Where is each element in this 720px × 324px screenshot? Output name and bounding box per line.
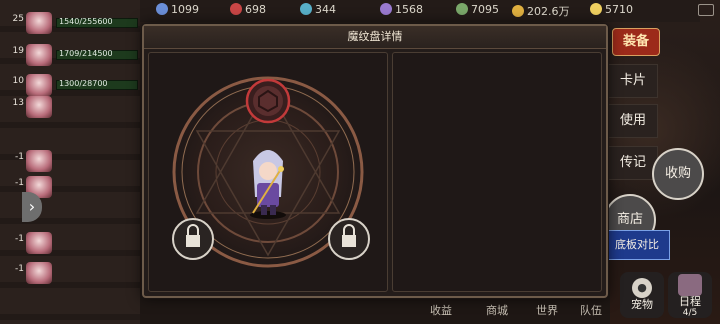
party-row[interactable]: 10 1300/28700 (13, 74, 142, 96)
avatar (26, 12, 52, 34)
equip-button[interactable]: 装备 (612, 28, 660, 56)
resource-value: 1099 (171, 3, 199, 16)
bottom-tab-income[interactable]: 收益 (430, 302, 452, 318)
resource-value: 1568 (395, 3, 423, 16)
schedule-icon (678, 274, 702, 296)
resource-item: 202.6万 (512, 3, 570, 18)
schedule-count: 4/5 (682, 308, 698, 318)
collect-button[interactable]: 收购 (652, 148, 704, 200)
party-level: 19 (12, 46, 24, 56)
party-row[interactable]: -1 (15, 262, 142, 284)
ruby-icon (230, 3, 242, 15)
resource-value: 698 (245, 3, 266, 16)
dial-pane (148, 52, 388, 292)
bottom-tab-mall[interactable]: 商城 (486, 302, 508, 318)
party-row[interactable]: -1 (15, 150, 142, 172)
magic-rune-socket-icon[interactable] (245, 78, 291, 124)
tab-legend[interactable]: 传记 (608, 146, 658, 180)
schedule-label: 日程 (679, 295, 701, 308)
avatar (26, 74, 52, 96)
avatar (26, 150, 52, 172)
shard-icon (380, 3, 392, 15)
party-level: -1 (15, 152, 24, 162)
resource-value: 202.6万 (527, 5, 570, 18)
bottom-tab-team[interactable]: 队伍 (580, 302, 602, 318)
schedule-button[interactable]: 日程 4/5 (668, 272, 712, 318)
detail-pane (392, 52, 602, 292)
party-level: 13 (12, 98, 24, 108)
gem-icon (156, 3, 168, 15)
resource-value: 344 (315, 3, 336, 16)
resource-item: 7095 (456, 3, 499, 17)
party-level: 25 (12, 14, 24, 24)
hp-bar: 1540/255600 (56, 17, 138, 28)
party-list: 25 1540/255600 19 1709/214500 10 1300/28… (0, 0, 140, 324)
party-level: -1 (15, 234, 24, 244)
compare-button[interactable]: 底板对比 (604, 230, 670, 260)
resource-item: 344 (300, 3, 336, 17)
avatar (26, 232, 52, 254)
pet-button[interactable]: ● 宠物 (620, 272, 664, 318)
dialog-title: 魔纹盘详情 (144, 26, 606, 49)
tab-card[interactable]: 卡片 (608, 64, 658, 98)
party-row[interactable]: 25 1540/255600 (13, 12, 142, 34)
party-level: -1 (15, 264, 24, 274)
tab-use[interactable]: 使用 (608, 104, 658, 138)
resource-item: 1099 (156, 3, 199, 17)
hp-text: 1709/214500 (59, 49, 113, 58)
hp-bar: 1709/214500 (56, 49, 138, 60)
hp-text: 1540/255600 (59, 17, 113, 26)
locked-slot-icon[interactable] (328, 218, 370, 260)
magic-dial-dialog: 魔纹盘详情 (142, 24, 608, 298)
resource-value: 7095 (471, 3, 499, 16)
paw-icon: ● (632, 278, 652, 298)
party-row[interactable]: 13 (13, 96, 142, 118)
resource-item: 698 (230, 3, 266, 17)
avatar (26, 96, 52, 118)
diamond-icon (590, 3, 602, 15)
magic-dial (172, 76, 370, 268)
avatar (26, 44, 52, 66)
bottom-tab-world[interactable]: 世界 (536, 302, 558, 318)
party-row[interactable]: 19 1709/214500 (13, 44, 142, 66)
locked-slot-icon[interactable] (172, 218, 214, 260)
party-level: 10 (12, 76, 24, 86)
party-row[interactable]: -1 (15, 232, 142, 254)
coin-icon (512, 5, 524, 17)
resource-item: 1568 (380, 3, 423, 17)
hp-bar: 1300/28700 (56, 79, 138, 90)
crystal-icon (300, 3, 312, 15)
party-level: -1 (15, 178, 24, 188)
party-row[interactable]: -1 (15, 176, 142, 198)
leaf-icon (456, 3, 468, 15)
avatar (26, 262, 52, 284)
hp-text: 1300/28700 (59, 79, 108, 88)
pet-label: 宠物 (631, 298, 653, 311)
